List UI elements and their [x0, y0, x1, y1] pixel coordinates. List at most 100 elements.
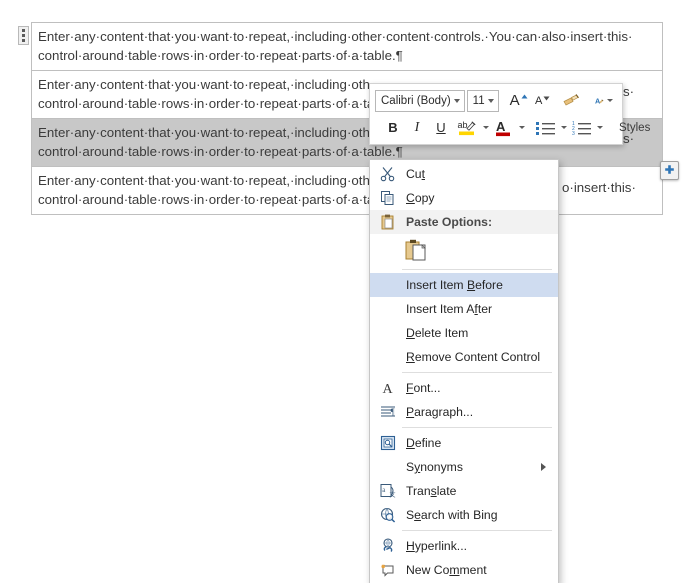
menu-item-hyperlink[interactable]: Hyperlink... — [370, 534, 558, 558]
submenu-arrow-icon — [541, 463, 546, 471]
up-arrow-icon — [521, 94, 528, 98]
svg-text:ab: ab — [458, 120, 468, 130]
menu-item-label: Font... — [406, 381, 441, 395]
menu-item-new-comment[interactable]: New Comment — [370, 558, 558, 582]
paste-keep-source-formatting-icon[interactable] — [402, 236, 430, 264]
chevron-down-icon — [596, 126, 603, 129]
blank-icon — [374, 298, 402, 320]
menu-item-label: Remove Content Control — [406, 350, 541, 364]
menu-item-insert-item-after[interactable]: Insert Item After — [370, 297, 558, 321]
menu-item-search-with-bing[interactable]: Search with Bing — [370, 503, 558, 527]
mini-toolbar-row-1: Calibri (Body) 11 A A A — [375, 88, 617, 113]
bullet-list-icon — [535, 121, 555, 135]
styles-label[interactable]: Styles — [613, 122, 656, 134]
plus-icon — [665, 165, 674, 174]
menu-item-font[interactable]: A Font... — [370, 376, 558, 400]
row-text-line1: Enter·any·content·that·you·want·to·repea… — [38, 29, 633, 44]
chevron-down-icon — [518, 126, 525, 129]
italic-button[interactable]: I — [405, 116, 429, 140]
menu-item-define[interactable]: Define — [370, 431, 558, 455]
shrink-font-button[interactable]: A — [531, 89, 555, 113]
svg-text:A: A — [595, 96, 601, 105]
menu-item-label: Cut — [406, 167, 425, 181]
grow-font-button[interactable]: A — [507, 89, 531, 113]
bullets-button[interactable] — [533, 116, 557, 140]
font-size-combobox[interactable]: 11 — [466, 89, 499, 112]
new-comment-icon — [374, 559, 402, 581]
menu-item-label: Insert Item After — [406, 302, 493, 316]
menu-header-label: Paste Options: — [406, 215, 493, 229]
menu-item-label: Translate — [406, 484, 457, 498]
copy-icon — [374, 187, 402, 209]
menu-item-remove-content-control[interactable]: Remove Content Control — [370, 345, 558, 369]
clipboard-icon — [374, 211, 402, 233]
menu-item-label: Search with Bing — [406, 508, 498, 522]
menu-item-label: New Comment — [406, 563, 487, 577]
menu-item-paragraph[interactable]: ¶ Paragraph... — [370, 400, 558, 424]
blank-icon — [374, 274, 402, 296]
blank-icon — [374, 322, 402, 344]
scissors-icon — [374, 163, 402, 185]
font-color-icon: A — [496, 119, 510, 137]
numbering-button[interactable]: 1 2 3 — [569, 116, 593, 140]
context-menu: Cut Copy Paste Options: Insert Item Befo… — [369, 159, 559, 583]
font-name-value: Calibri (Body) — [381, 94, 451, 107]
text-highlight-color-button[interactable]: ab — [455, 116, 479, 140]
menu-item-cut[interactable]: Cut — [370, 162, 558, 186]
font-color-dropdown[interactable] — [515, 116, 527, 140]
row-text-line1: Enter·any·content·that·you·want·to·repea… — [38, 77, 370, 92]
shrink-font-label: A — [534, 94, 543, 107]
row-text-line1: Enter·any·content·that·you·want·to·repea… — [38, 125, 370, 140]
bold-label: B — [388, 120, 398, 135]
numbering-dropdown[interactable] — [593, 116, 605, 140]
content-control-handle-icon[interactable] — [18, 26, 29, 45]
paragraph-icon: ¶ — [374, 401, 402, 423]
menu-separator — [402, 269, 552, 270]
row-text-line2: control·around·table·rows·in·order·to·re… — [38, 96, 375, 111]
highlighter-icon: ab — [458, 120, 476, 136]
underline-label: U — [436, 120, 446, 135]
row-text-line2: control·around·table·rows·in·order·to·re… — [38, 192, 375, 207]
menu-item-label: Paragraph... — [406, 405, 474, 419]
font-a-icon: A — [374, 377, 402, 399]
format-painter-button[interactable] — [559, 89, 583, 113]
font-size-value: 11 — [472, 94, 485, 107]
menu-item-label: Copy — [406, 191, 435, 205]
menu-item-copy[interactable]: Copy — [370, 186, 558, 210]
chevron-down-icon — [607, 99, 613, 102]
menu-item-synonyms[interactable]: Synonyms — [370, 455, 558, 479]
add-row-button[interactable] — [660, 161, 679, 180]
translate-icon: a 文 — [374, 480, 402, 502]
menu-item-delete-item[interactable]: Delete Item — [370, 321, 558, 345]
row-text-line2: control·around·table·rows·in·order·to·re… — [38, 48, 403, 63]
menu-item-translate[interactable]: a 文 Translate — [370, 479, 558, 503]
menu-item-label: Insert Item Before — [406, 278, 503, 292]
menu-item-label: Delete Item — [406, 326, 469, 340]
menu-separator — [402, 372, 552, 373]
italic-label: I — [414, 119, 420, 135]
styles-button[interactable]: A — [593, 89, 617, 113]
menu-header-paste-options: Paste Options: — [370, 210, 558, 234]
mini-toolbar-row-2: B I U ab A 1 2 3 Styles — [375, 115, 650, 140]
define-book-icon — [374, 432, 402, 454]
format-painter-icon — [563, 93, 579, 105]
menu-separator — [402, 530, 552, 531]
numbered-list-icon: 1 2 3 — [572, 121, 591, 136]
font-name-combobox[interactable]: Calibri (Body) — [375, 89, 465, 112]
table-row[interactable]: Enter·any·content·that·you·want·to·repea… — [32, 23, 662, 71]
row-text-line1: Enter·any·content·that·you·want·to·repea… — [38, 173, 370, 188]
underline-button[interactable]: U — [429, 116, 453, 140]
styles-icon: A — [595, 96, 604, 105]
menu-item-insert-item-before[interactable]: Insert Item Before — [370, 273, 558, 297]
menu-item-label: Synonyms — [406, 460, 463, 474]
chevron-down-icon — [453, 98, 460, 103]
bullets-dropdown[interactable] — [557, 116, 569, 140]
chevron-down-icon — [482, 126, 489, 129]
down-arrow-icon — [543, 96, 550, 100]
highlight-color-dropdown[interactable] — [479, 116, 491, 140]
font-color-button[interactable]: A — [491, 116, 515, 140]
bold-button[interactable]: B — [381, 116, 405, 140]
svg-text:A: A — [383, 382, 394, 396]
paste-options-gallery — [370, 234, 558, 266]
search-globe-icon — [374, 504, 402, 526]
